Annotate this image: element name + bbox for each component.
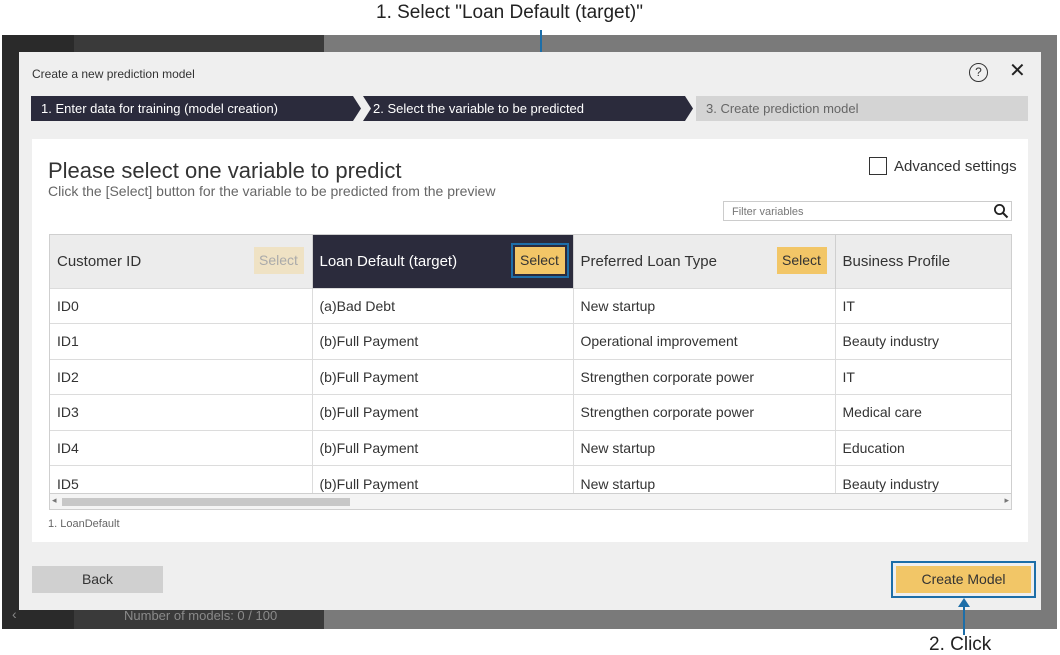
table-cell: ID4 — [50, 429, 313, 466]
advanced-settings-label: Advanced settings — [894, 157, 1017, 175]
column-header-loan-default: Loan Default (target) Select — [312, 235, 574, 288]
select-button-preferred-loan-type[interactable]: Select — [776, 247, 827, 274]
table-cell: ID0 — [50, 287, 313, 324]
models-count: Number of models: 0 / 100 — [124, 608, 278, 623]
table-cell: Medical care — [835, 394, 1011, 430]
table-row: ID0 (a)Bad Debt New startup IT — [50, 287, 1011, 324]
search-icon[interactable] — [993, 203, 1009, 219]
column-header-label: Preferred Loan Type — [580, 252, 717, 270]
filter-variables-field[interactable] — [723, 201, 1012, 221]
table-header-row: Customer ID Select Loan Default (target)… — [50, 235, 1011, 288]
panel-heading: Please select one variable to predict — [48, 158, 402, 183]
dialog-title: Create a new prediction model — [32, 67, 195, 81]
annotation-step-1: 1. Select "Loan Default (target)" — [376, 2, 643, 23]
help-icon[interactable]: ? — [969, 63, 988, 82]
table-row: ID1 (b)Full Payment Operational improvem… — [50, 323, 1011, 359]
panel-subheading: Click the [Select] button for the variab… — [48, 183, 496, 199]
table-cell: (a)Bad Debt — [312, 287, 574, 324]
table-row: ID2 (b)Full Payment Strengthen corporate… — [50, 358, 1011, 395]
close-icon[interactable]: ✕ — [1009, 60, 1026, 82]
chevron-left-icon: ‹ — [12, 606, 17, 622]
column-header-preferred-loan-type: Preferred Loan Type Select — [573, 235, 836, 288]
select-button-customer-id[interactable]: Select — [253, 247, 304, 274]
table-cell: IT — [835, 287, 1011, 324]
column-header-label: Loan Default (target) — [319, 252, 458, 270]
table-cell: Strengthen corporate power — [573, 394, 836, 430]
variable-selection-panel: Please select one variable to predict Cl… — [32, 139, 1028, 542]
table-cell: New startup — [573, 429, 836, 466]
table-cell: New startup — [573, 287, 836, 324]
select-button-loan-default[interactable]: Select — [510, 243, 569, 278]
table-cell: Strengthen corporate power — [573, 358, 836, 395]
back-button[interactable]: Back — [32, 566, 163, 593]
table-cell: (b)Full Payment — [312, 358, 574, 395]
table-cell: IT — [835, 358, 1011, 395]
table-cell: (b)Full Payment — [312, 323, 574, 359]
data-preview-table: Customer ID Select Loan Default (target)… — [49, 234, 1012, 510]
table-cell: (b)Full Payment — [312, 394, 574, 430]
annotation-step-2: 2. Click — [929, 634, 992, 655]
scroll-right-icon[interactable]: ▸ — [1004, 495, 1009, 506]
column-header-customer-id: Customer ID Select — [50, 235, 313, 288]
table-cell: Education — [835, 429, 1011, 466]
table-cell: Operational improvement — [573, 323, 836, 359]
horizontal-scrollbar[interactable]: ◂ ▸ — [49, 493, 1012, 510]
table-cell: (b)Full Payment — [312, 429, 574, 466]
table-row: ID4 (b)Full Payment New startup Educatio… — [50, 429, 1011, 466]
scroll-left-icon[interactable]: ◂ — [52, 495, 57, 506]
column-header-label: Business Profile — [842, 252, 951, 270]
create-model-dialog: Create a new prediction model ? ✕ 1. Ent… — [19, 52, 1041, 610]
table-cell: ID1 — [50, 323, 313, 359]
create-model-button[interactable]: Create Model — [891, 561, 1036, 598]
filter-variables-input[interactable] — [724, 203, 984, 221]
column-header-label: Customer ID — [57, 252, 142, 270]
stepper-step-2: 2. Select the variable to be predicted — [363, 96, 693, 121]
advanced-settings-toggle[interactable]: Advanced settings — [869, 157, 1017, 175]
screenshot-canvas: ‹ Number of models: 0 / 100 1. Select "L… — [0, 0, 1060, 655]
stepper-step-1: 1. Enter data for training (model creati… — [31, 96, 361, 121]
stepper-step-3: 3. Create prediction model — [696, 96, 1028, 121]
selection-footnote: 1. LoanDefault — [48, 518, 120, 529]
table-row: ID3 (b)Full Payment Strengthen corporate… — [50, 394, 1011, 430]
table-cell: ID3 — [50, 394, 313, 430]
table-cell: Beauty industry — [835, 323, 1011, 359]
advanced-settings-checkbox[interactable] — [869, 157, 887, 175]
annotation-arrow-2 — [963, 605, 965, 635]
scrollbar-thumb[interactable] — [62, 498, 350, 506]
column-header-business-profile: Business Profile — [835, 235, 1011, 288]
table-cell: ID2 — [50, 358, 313, 395]
